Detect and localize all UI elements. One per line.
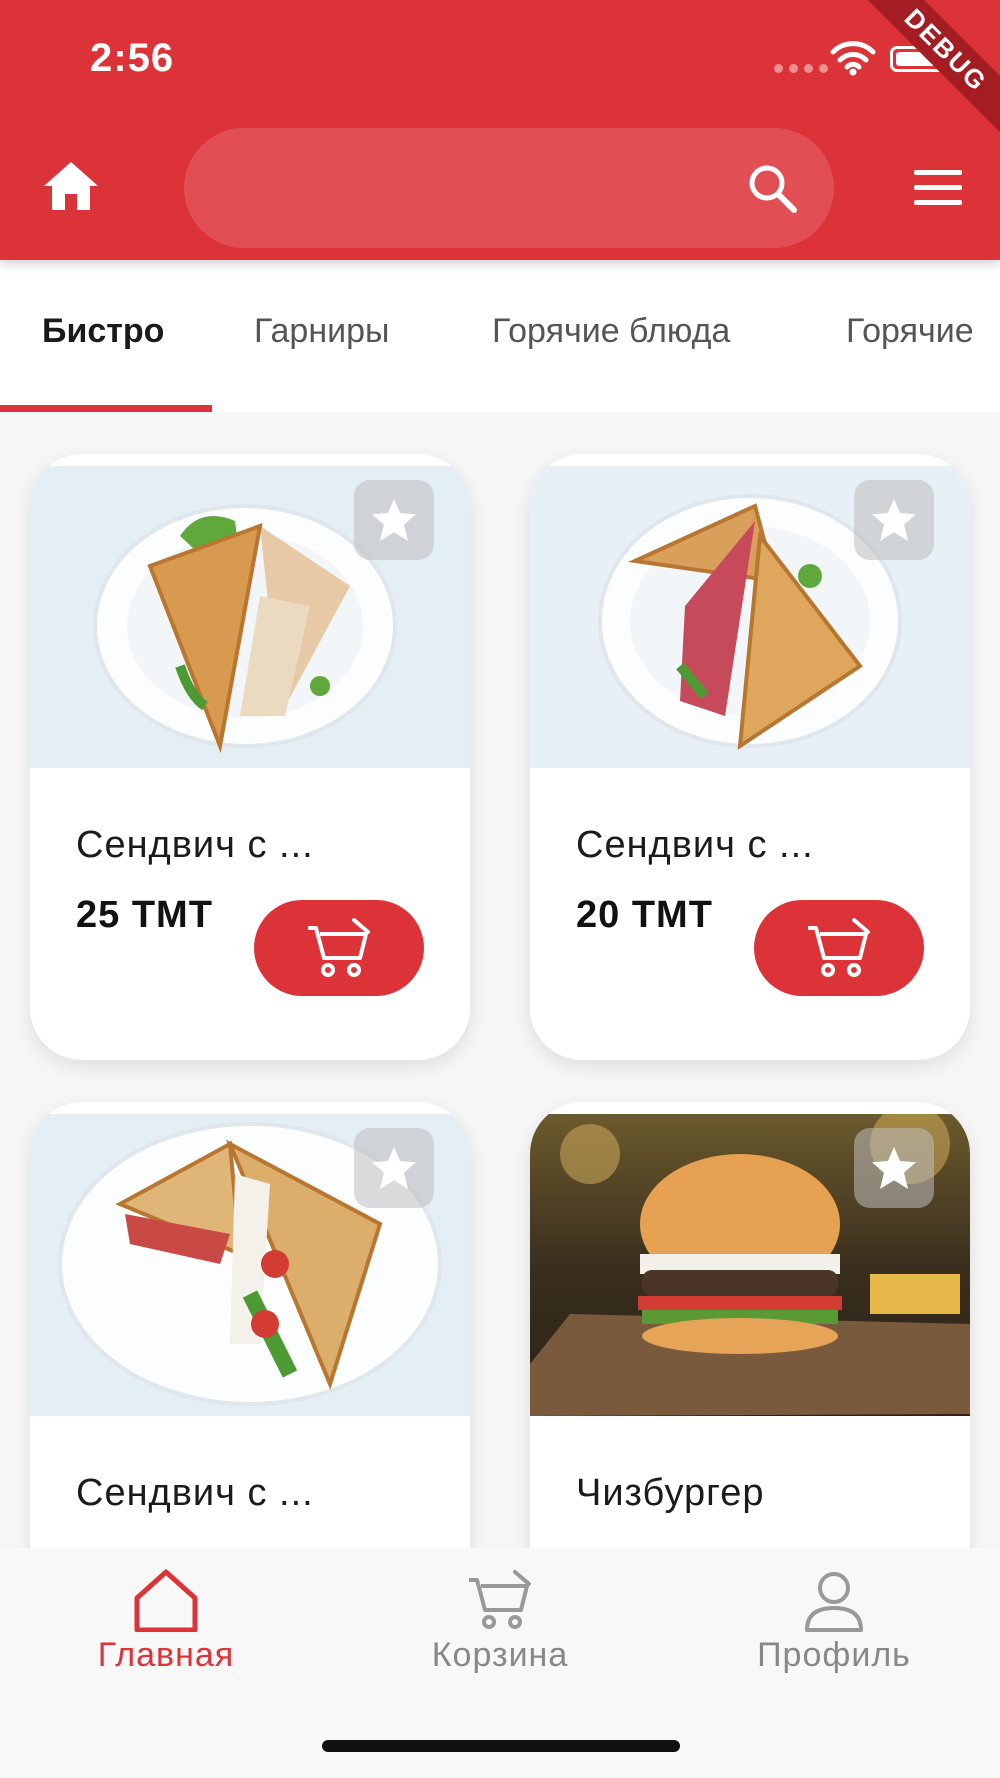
wifi-icon (830, 41, 876, 76)
nav-cart-label: Корзина (431, 1636, 569, 1674)
star-icon (372, 499, 416, 541)
tab-bistro[interactable]: Бистро (42, 312, 164, 351)
product-name: Сендвич с ... (76, 824, 314, 866)
search-icon[interactable] (746, 162, 798, 214)
category-tabs: Бистро Гарниры Горячие блюда Горячие (0, 260, 1000, 412)
favorite-button[interactable] (354, 1128, 434, 1208)
app-header: 2:56 DEBUG (0, 0, 1000, 260)
cart-icon (308, 918, 370, 977)
star-icon (872, 499, 916, 541)
product-price: 25 TMT (76, 894, 213, 936)
product-card[interactable]: Сендвич с ... 25 TMT (30, 454, 470, 1060)
favorite-button[interactable] (354, 480, 434, 560)
add-to-cart-button[interactable] (254, 900, 424, 996)
tab-indicator (0, 405, 212, 412)
app-screen: 2:56 DEBUG Бистро Гарниры Горячие блюда … (0, 0, 1000, 1778)
product-price: 20 TMT (576, 894, 713, 936)
product-grid: Сендвич с ... 25 TMT Сендвич с ... 20 TM… (0, 412, 1000, 1548)
signal-icon (774, 64, 828, 73)
product-card[interactable]: Сендвич с ... (30, 1102, 470, 1548)
profile-icon (805, 1572, 863, 1632)
home-outline-icon (134, 1569, 198, 1632)
menu-icon[interactable] (914, 170, 962, 206)
add-to-cart-button[interactable] (754, 900, 924, 996)
product-name: Чизбургер (576, 1472, 765, 1514)
nav-profile-label: Профиль (757, 1636, 911, 1674)
star-icon (372, 1147, 416, 1189)
nav-home[interactable]: Главная (46, 1568, 286, 1675)
tab-hot-dishes[interactable]: Горячие блюда (492, 312, 730, 351)
cart-icon (469, 1570, 531, 1629)
cart-icon (808, 918, 870, 977)
tab-garnishes[interactable]: Гарниры (254, 312, 389, 351)
status-time: 2:56 (90, 36, 175, 80)
favorite-button[interactable] (854, 1128, 934, 1208)
product-name: Сендвич с ... (576, 824, 814, 866)
favorite-button[interactable] (854, 480, 934, 560)
product-name: Сендвич с ... (76, 1472, 314, 1514)
home-icon[interactable] (42, 160, 100, 212)
home-indicator (322, 1740, 680, 1752)
product-card[interactable]: Сендвич с ... 20 TMT (530, 454, 970, 1060)
nav-home-label: Главная (97, 1636, 235, 1674)
nav-cart[interactable]: Корзина (380, 1568, 620, 1675)
star-icon (872, 1147, 916, 1189)
search-input[interactable] (184, 128, 834, 248)
tab-hot[interactable]: Горячие (846, 312, 974, 351)
nav-profile[interactable]: Профиль (714, 1568, 954, 1675)
product-card[interactable]: Чизбургер (530, 1102, 970, 1548)
